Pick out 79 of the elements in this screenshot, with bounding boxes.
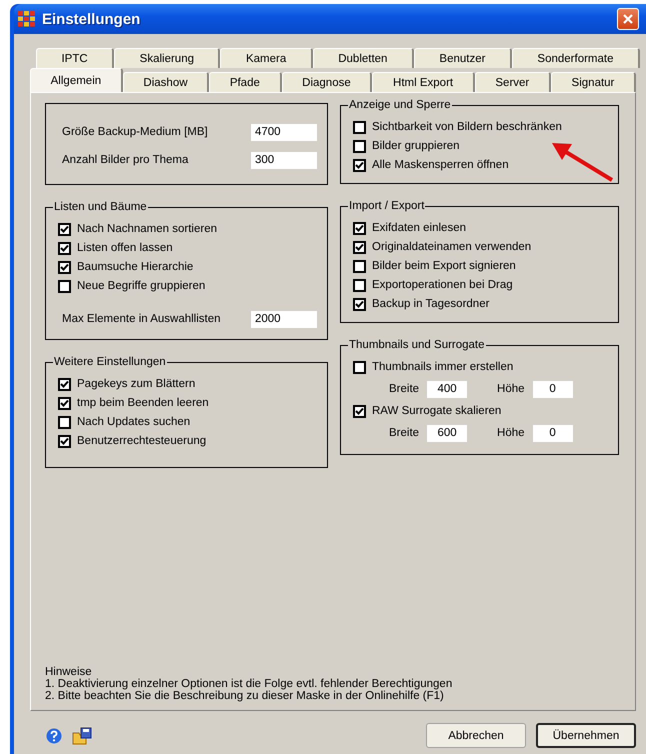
group-title: Anzeige und Sperre <box>348 99 452 111</box>
checkbox[interactable] <box>353 158 366 172</box>
checkbox[interactable] <box>58 280 71 292</box>
checkbox-label: RAW Surrogate skalieren <box>372 405 502 417</box>
field-label: Höhe <box>497 383 525 395</box>
close-button[interactable] <box>617 8 639 30</box>
field-label: Breite <box>389 427 420 439</box>
tab[interactable]: Pfade <box>209 72 282 92</box>
field-label: Breite <box>389 383 420 395</box>
folder-disk-icon[interactable] <box>72 726 92 744</box>
checkbox-label: Exifdaten einlesen <box>372 222 466 234</box>
group-title: Listen und Bäume <box>53 201 148 213</box>
checkbox-label: Exportoperationen bei Drag <box>372 279 513 291</box>
tab[interactable]: IPTC <box>36 48 114 68</box>
checkbox-label: Nach Nachnamen sortieren <box>77 223 217 235</box>
checkbox-label: Benutzerrechtesteuerung <box>77 435 206 447</box>
notes-title: Hinweise <box>45 666 93 678</box>
input-field[interactable]: 4700 <box>251 124 317 140</box>
checkbox[interactable] <box>58 222 71 236</box>
checkbox[interactable] <box>58 378 71 390</box>
checkbox[interactable] <box>58 260 71 274</box>
checkbox-label: Sichtbarkeit von Bildern beschränken <box>372 121 562 133</box>
tab[interactable]: Dubletten <box>312 48 414 68</box>
checkbox[interactable] <box>58 434 71 448</box>
group-title: Thumbnails und Surrogate <box>348 339 486 351</box>
input-field[interactable]: 300 <box>251 152 317 168</box>
tab[interactable]: Diagnose <box>282 72 372 92</box>
checkbox[interactable] <box>353 240 366 254</box>
checkbox[interactable] <box>353 140 366 152</box>
checkbox-label: Neue Begriffe gruppieren <box>77 280 206 292</box>
input-field[interactable]: 400 <box>427 380 468 398</box>
tab[interactable]: Allgemein <box>30 68 123 92</box>
checkbox[interactable] <box>353 222 366 234</box>
checkbox[interactable] <box>353 360 366 374</box>
checkbox-label: Listen offen lassen <box>77 242 173 254</box>
checkbox[interactable] <box>353 260 366 272</box>
dialog-button[interactable]: Abbrechen <box>426 723 526 748</box>
checkbox[interactable] <box>58 396 71 410</box>
checkbox[interactable] <box>353 120 366 134</box>
checkbox[interactable] <box>353 404 366 418</box>
group-title: Weitere Einstellungen <box>53 356 167 368</box>
tab[interactable]: Signatur <box>550 72 636 92</box>
checkbox-label: Backup in Tagesordner <box>372 298 490 310</box>
field-label: Größe Backup-Medium [MB] <box>61 126 209 138</box>
checkbox[interactable] <box>353 298 366 310</box>
close-icon <box>622 13 634 25</box>
tab[interactable]: Diashow <box>122 72 210 92</box>
checkbox-label: Thumbnails immer erstellen <box>372 361 514 373</box>
tab[interactable]: Sonderformate <box>512 48 640 68</box>
group-title: Import / Export <box>348 200 426 212</box>
tab[interactable]: Html Export <box>372 72 475 92</box>
checkbox-label: Baumsuche Hierarchie <box>77 261 194 273</box>
checkbox-label: Pagekeys zum Blättern <box>77 378 196 390</box>
input-field[interactable]: 0 <box>532 380 573 398</box>
tab[interactable]: Server <box>474 72 551 92</box>
app-icon <box>18 11 36 27</box>
checkbox-label: tmp beim Beenden leeren <box>77 397 209 409</box>
tab[interactable]: Skalierung <box>114 48 220 68</box>
field-label: Höhe <box>497 427 525 439</box>
checkbox-label: Bilder gruppieren <box>372 140 460 152</box>
checkbox-label: Nach Updates suchen <box>77 416 190 428</box>
checkbox[interactable] <box>58 416 71 428</box>
tab[interactable]: Benutzer <box>414 48 512 68</box>
input-field[interactable]: 600 <box>427 424 468 442</box>
input-field[interactable]: 2000 <box>251 310 317 328</box>
checkbox-label: Bilder beim Export signieren <box>372 260 516 272</box>
input-field[interactable]: 0 <box>532 424 573 442</box>
checkbox-label: Originaldateinamen verwenden <box>372 241 532 253</box>
tab[interactable]: Kamera <box>220 48 313 68</box>
checkbox-label: Alle Maskensperren öffnen <box>372 159 509 171</box>
field-label: Max Elemente in Auswahllisten <box>61 313 222 325</box>
checkbox[interactable] <box>58 242 71 254</box>
checkbox[interactable] <box>353 278 366 292</box>
help-icon[interactable] <box>46 728 62 744</box>
window-title: Einstellungen <box>42 10 140 28</box>
dialog-button[interactable]: Übernehmen <box>536 723 636 748</box>
field-label: Anzahl Bilder pro Thema <box>61 154 190 166</box>
note-line: 1. Deaktivierung einzelner Optionen ist die Folge evtl. fehlender Berechtigungen <box>45 678 454 690</box>
note-line: 2. Bitte beachten Sie die Beschreibung zu dieser Maske in der Onlinehilfe (F1) <box>45 690 445 702</box>
